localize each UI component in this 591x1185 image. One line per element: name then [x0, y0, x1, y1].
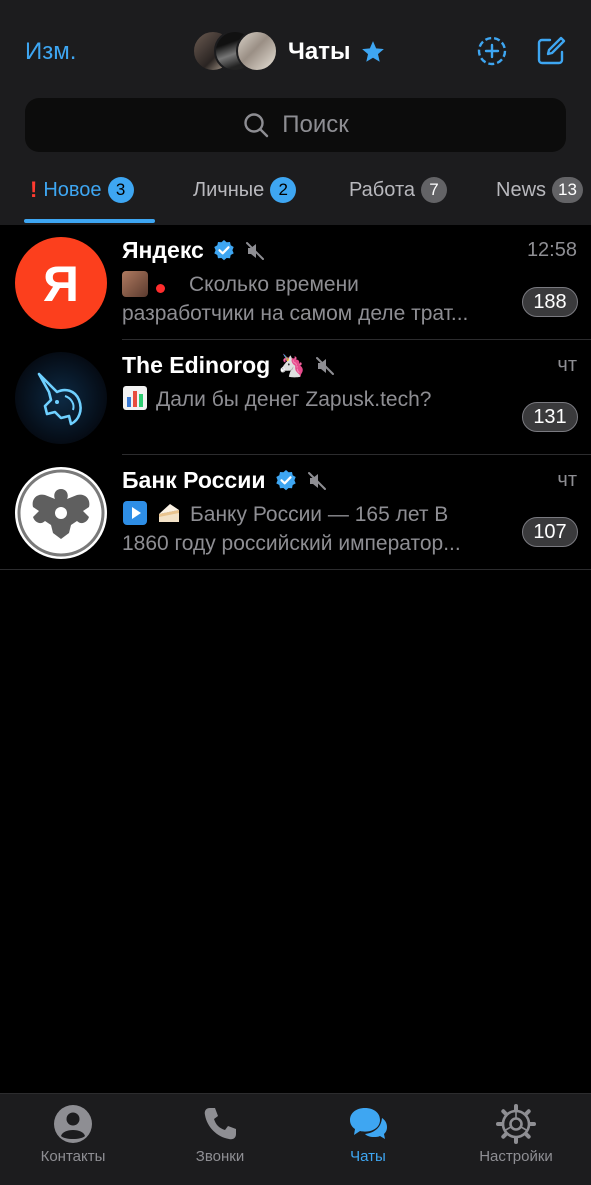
chat-bubbles-icon: [350, 1108, 387, 1139]
chat-row-yandex[interactable]: Я Яндекс 12:58 Сколько времени разработч…: [0, 225, 591, 340]
chat-name-row: Банк России: [122, 467, 328, 494]
preview-text: разработчики на самом деле трат...: [122, 302, 469, 325]
preview-text: Дали бы денег Zapusk.tech?: [156, 388, 432, 411]
chat-preview: Сколько времени разработчики на самом де…: [122, 270, 517, 328]
double-eagle-emblem-icon: [17, 469, 105, 557]
avatar: [15, 352, 107, 444]
chat-time: чт: [557, 354, 577, 376]
divider: [0, 569, 591, 570]
chat-name-row: The Edinorog 🦄: [122, 352, 336, 379]
tabbar-label: Звонки: [195, 1148, 245, 1165]
tabbar-label: Настройки: [479, 1148, 553, 1165]
chat-time: чт: [557, 469, 577, 491]
unicorn-logo-icon: [37, 372, 82, 426]
muted-icon: [315, 356, 334, 375]
tab-badge: 3: [107, 177, 134, 203]
tab-label: Новое: [43, 178, 102, 201]
unread-count: 107: [522, 517, 578, 547]
chat-name: Яндекс: [122, 237, 204, 263]
search-placeholder: Поиск: [282, 111, 349, 138]
tabbar-label: Контакты: [40, 1148, 106, 1165]
phone-icon: [204, 1108, 236, 1140]
chat-name: Банк России: [122, 467, 266, 493]
tabbar-chats[interactable]: Чаты: [308, 1104, 428, 1165]
chat-row-bank-of-russia[interactable]: Банк России чт Банку России — 165 лет В …: [0, 455, 591, 570]
video-thumbnail-icon: [122, 271, 148, 297]
edit-button[interactable]: Изм.: [25, 38, 76, 66]
chat-preview: Банку России — 165 лет В 1860 году росси…: [122, 500, 517, 558]
tab-work[interactable]: Работа 7: [349, 172, 447, 208]
active-tab-indicator: [24, 219, 155, 223]
search-icon: [244, 113, 269, 138]
cake-emoji-icon: [159, 504, 179, 522]
search-bar[interactable]: Поиск: [25, 98, 566, 152]
chat-name: The Edinorog: [122, 352, 271, 378]
chat-name-row: Яндекс: [122, 237, 266, 264]
tab-news[interactable]: News 13: [496, 172, 583, 208]
unread-count: 188: [522, 287, 578, 317]
verified-icon: [214, 239, 234, 260]
person-circle-icon: [54, 1105, 92, 1143]
tab-label: Работа: [349, 178, 415, 201]
bottom-tab-bar: Контакты Звонки Чаты Настройки: [0, 1093, 591, 1185]
top-bar: Изм. Чаты Поиск ! Новое 3 Личные 2 Работ…: [0, 0, 591, 225]
muted-icon: [245, 241, 264, 260]
unread-count: 131: [522, 402, 578, 432]
tab-badge: 13: [552, 177, 583, 203]
svg-text:Я: Я: [43, 256, 79, 312]
chart-emoji-icon: [123, 386, 147, 410]
avatar: [15, 467, 107, 559]
gear-icon: [496, 1104, 536, 1144]
folder-tabs: ! Новое 3 Личные 2 Работа 7 News 13: [0, 172, 591, 212]
yandex-logo-icon: Я: [43, 256, 79, 312]
tabbar-settings[interactable]: Настройки: [456, 1104, 576, 1165]
chat-time: 12:58: [526, 239, 577, 261]
avatar: Я: [15, 237, 107, 329]
preview-text: Сколько времени: [189, 273, 359, 296]
red-dot-icon: [156, 284, 165, 293]
star-icon[interactable]: [360, 39, 386, 65]
unicorn-emoji-icon: 🦄: [278, 352, 306, 378]
tabbar-calls[interactable]: Звонки: [160, 1104, 280, 1165]
new-story-icon[interactable]: [475, 34, 509, 68]
verified-icon: [275, 469, 296, 490]
stories-avatars[interactable]: [192, 30, 280, 74]
exclamation-icon: !: [30, 177, 38, 202]
title-area[interactable]: Чаты: [192, 30, 386, 74]
video-play-emoji-icon: [123, 501, 147, 525]
tabbar-contacts[interactable]: Контакты: [13, 1104, 133, 1165]
tab-label: Личные: [193, 178, 265, 201]
page-title: Чаты: [288, 38, 351, 65]
story-avatar[interactable]: [236, 30, 278, 72]
tabbar-label: Чаты: [350, 1148, 386, 1165]
compose-icon[interactable]: [534, 34, 568, 68]
preview-text: 1860 году российский император...: [122, 532, 461, 555]
chat-row-edinorog[interactable]: The Edinorog 🦄 чт Дали бы денег Zapusk.t…: [0, 340, 591, 455]
tab-personal[interactable]: Личные 2: [193, 172, 297, 208]
chat-preview: Дали бы денег Zapusk.tech?: [122, 385, 517, 414]
tab-badge: 2: [270, 177, 297, 203]
preview-text: Банку России — 165 лет В: [190, 503, 449, 526]
tab-new[interactable]: ! Новое 3: [30, 172, 134, 208]
muted-icon: [307, 471, 326, 490]
tab-badge: 7: [421, 177, 447, 203]
tab-label: News: [496, 178, 547, 201]
